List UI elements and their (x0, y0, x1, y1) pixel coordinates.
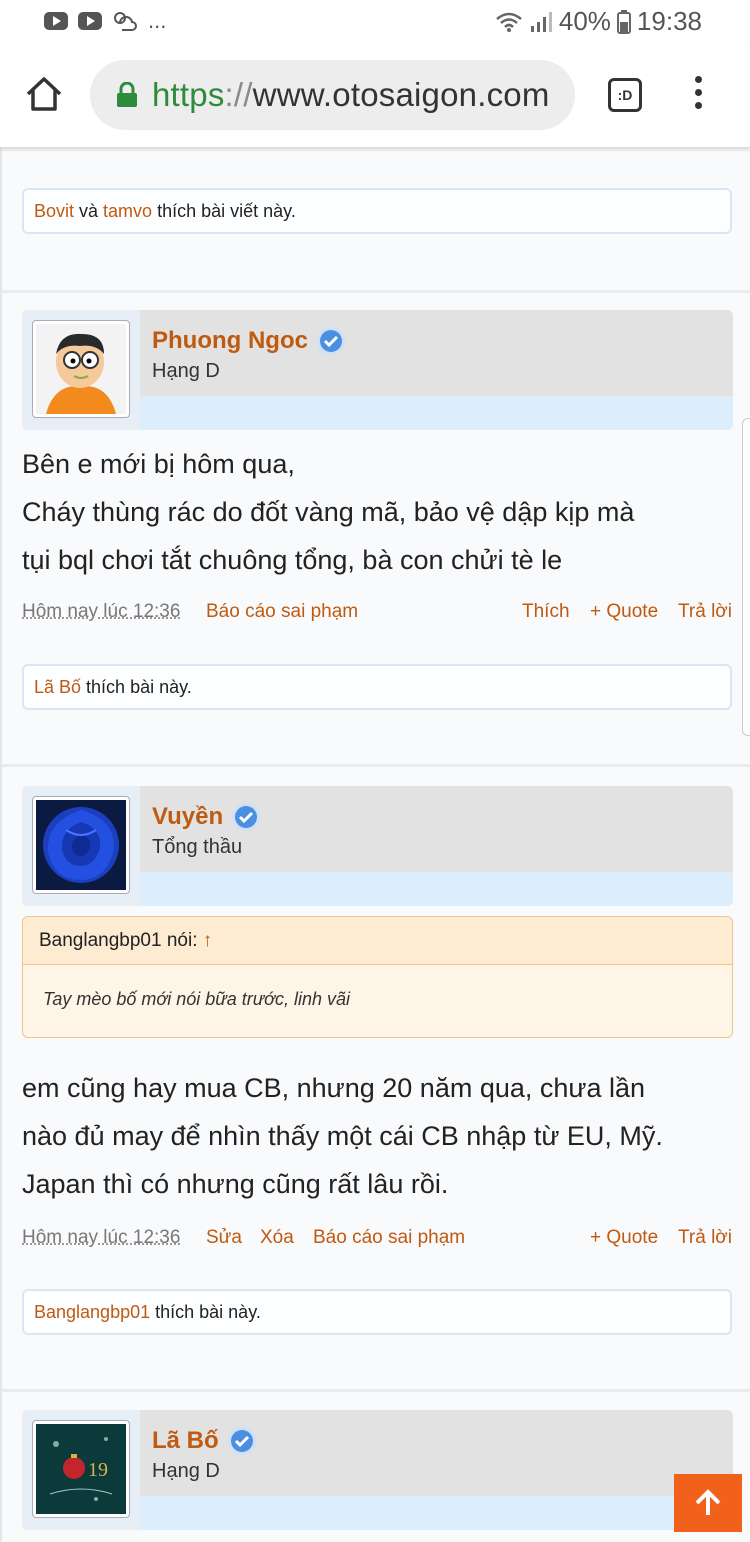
battery-icon (616, 9, 631, 34)
url-text: https://www.otosaigon.com (152, 76, 550, 113)
report-link[interactable]: Báo cáo sai phạm (206, 601, 358, 623)
arrow-up-icon (695, 1489, 721, 1515)
wifi-icon (496, 12, 522, 32)
post-date[interactable]: Hôm nay lúc 12:36 (22, 1227, 180, 1249)
reply-link[interactable]: Trả lời (678, 601, 732, 623)
quote-text: Tay mèo bố mới nói bữa trước, linh vãi (43, 989, 351, 1009)
quote-link[interactable]: + Quote (590, 1227, 658, 1249)
avatar-image (36, 800, 126, 890)
signal-icon (530, 11, 552, 32)
report-link[interactable]: Báo cáo sai phạm (313, 1227, 465, 1249)
avatar[interactable] (32, 796, 130, 894)
more-notifications: ... (148, 8, 167, 33)
youtube-icon (44, 12, 68, 30)
post-meta: Hôm nay lúc 12:36 Sửa Xóa Báo cáo sai ph… (22, 1227, 734, 1255)
edit-link[interactable]: Sửa (206, 1227, 242, 1249)
scrollbar[interactable] (742, 418, 750, 736)
author-name[interactable]: Lã Bố (152, 1426, 257, 1456)
jump-to-quote-icon[interactable]: ↑ (203, 930, 213, 951)
post-message: Bên e mới bị hôm qua, Cháy thùng rác do … (22, 449, 635, 575)
address-bar[interactable]: https://www.otosaigon.com (90, 60, 575, 130)
delete-link[interactable]: Xóa (260, 1227, 294, 1249)
quote-block: Banglangbp01 nói: ↑ Tay mèo bố mới nói b… (22, 916, 733, 1038)
author-rank: Tổng thầu (152, 836, 243, 858)
likes-summary: Banglangbp01 thích bài này. (22, 1289, 732, 1335)
notification-icons: ... (44, 8, 166, 34)
quote-author: Banglangbp01 nói: (39, 930, 198, 951)
home-icon[interactable] (24, 74, 64, 114)
author-rank: Hạng D (152, 360, 220, 382)
like-user-link[interactable]: tamvo (103, 201, 152, 221)
avatar[interactable] (32, 320, 130, 418)
post-author-bar: 19 Lã Bố Hạng D (22, 1410, 733, 1530)
quote-header: Banglangbp01 nói: ↑ (23, 917, 732, 965)
post-meta: Hôm nay lúc 12:36 Báo cáo sai phạm Thích… (22, 601, 734, 629)
avatar-image: 19 (36, 1424, 126, 1514)
browser-toolbar: https://www.otosaigon.com :D (0, 44, 750, 148)
verified-badge-icon (232, 803, 261, 831)
like-user-link[interactable]: Lã Bố (34, 677, 81, 697)
quote-link[interactable]: + Quote (590, 601, 658, 623)
lock-icon (117, 82, 137, 107)
avatar-image (36, 324, 126, 414)
like-user-link[interactable]: Banglangbp01 (34, 1302, 150, 1322)
likes-summary: Bovit và tamvo thích bài viết này. (22, 188, 732, 234)
overflow-menu-icon[interactable] (690, 76, 706, 116)
author-name[interactable]: Phuong Ngoc (152, 326, 346, 356)
author-rank: Hạng D (152, 1460, 220, 1482)
status-bar: ... 40% 19:38 (0, 0, 750, 44)
youtube-icon (78, 12, 102, 30)
post-message: em cũng hay mua CB, nhưng 20 năm qua, ch… (22, 1073, 663, 1199)
author-name[interactable]: Vuyền (152, 802, 261, 832)
reply-link[interactable]: Trả lời (678, 1227, 732, 1249)
like-user-link[interactable]: Bovit (34, 201, 74, 221)
post-author-bar: Phuong Ngoc Hạng D (22, 310, 733, 430)
thread-content: Bovit và tamvo thích bài viết này. Phuon… (0, 148, 750, 1542)
back-to-top-button[interactable] (674, 1474, 742, 1532)
like-link[interactable]: Thích (522, 601, 570, 623)
weather-icon (114, 12, 137, 31)
post-author-bar: Vuyền Tổng thầu (22, 786, 733, 906)
svg-text:19: 19 (88, 1459, 108, 1481)
verified-badge-icon (316, 327, 345, 355)
clock: 19:38 (636, 6, 702, 36)
verified-badge-icon (227, 1427, 256, 1455)
tab-switcher-button[interactable]: :D (608, 78, 642, 112)
avatar[interactable]: 19 (32, 1420, 130, 1518)
post-date[interactable]: Hôm nay lúc 12:36 (22, 601, 180, 623)
battery-percent: 40% (558, 6, 611, 36)
likes-summary: Lã Bố thích bài này. (22, 664, 732, 710)
